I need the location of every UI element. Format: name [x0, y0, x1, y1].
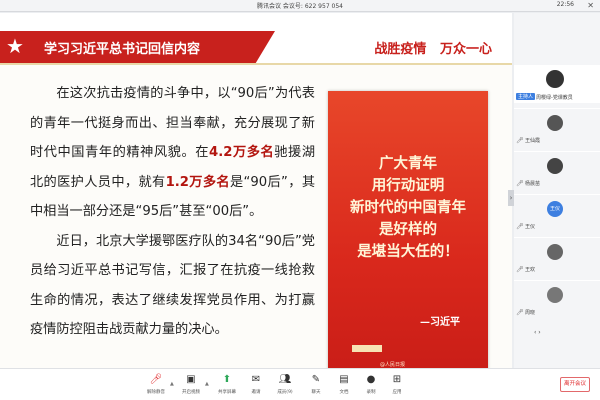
- avatar: 王仪: [547, 201, 563, 217]
- mute-options-caret[interactable]: ▲: [170, 381, 174, 387]
- participant-name: 王仪: [525, 224, 536, 230]
- clock: 22:56: [556, 1, 574, 8]
- poster-line-5: 是堪当大任的！: [357, 244, 459, 260]
- video-options-caret[interactable]: ▲: [205, 381, 209, 387]
- share-screen-button[interactable]: ⬆ 共享屏幕: [214, 373, 240, 399]
- participant-tile[interactable]: 🎤︎ 王仙霞: [514, 108, 600, 146]
- record-icon: ●: [366, 374, 376, 385]
- mute-label: 解除静音: [147, 390, 165, 395]
- video-button[interactable]: ▣ 开启视频: [178, 373, 204, 399]
- paragraph-1: 在这次抗击疫情的斗争中，以“90后”为代表的青年一代挺身而出、担当奉献，充分展现…: [30, 79, 315, 227]
- invite-label: 邀请: [251, 390, 261, 395]
- docs-button[interactable]: ▤ 文档: [331, 373, 357, 399]
- slide-title: 学习习近平总书记回信内容: [44, 42, 201, 57]
- shared-screen: ★ 学习习近平总书记回信内容 战胜疫情 万众一心 在这次抗击疫情的斗争中，以“9…: [0, 13, 512, 368]
- avatar: [547, 158, 563, 174]
- p1-highlight-2: 1.2万多名: [165, 174, 230, 190]
- mic-icon: 🎤︎: [516, 223, 524, 230]
- avatar: [547, 244, 563, 260]
- participant-name: 周樱绿-党课教员: [536, 95, 573, 101]
- invite-icon: ✉: [251, 374, 261, 385]
- participant-tile[interactable]: 主持人 周樱绿-党课教员: [514, 65, 600, 103]
- docs-label: 文档: [339, 390, 349, 395]
- record-button[interactable]: ● 录制: [358, 373, 384, 399]
- slide-body: 在这次抗击疫情的斗争中，以“90后”为代表的青年一代挺身而出、担当奉献，充分展现…: [30, 79, 315, 345]
- record-label: 录制: [366, 390, 376, 395]
- participant-name: 王仙霞: [525, 138, 541, 144]
- banner-divider: [0, 63, 512, 65]
- avatar: [547, 287, 563, 303]
- avatar: [546, 70, 564, 88]
- apps-icon: ⊞: [392, 374, 402, 385]
- poster-line-3: 新时代的中国青年: [350, 200, 466, 216]
- mute-button[interactable]: 🎤︎ 解除静音: [143, 373, 169, 399]
- star-icon: ★: [6, 34, 24, 58]
- mic-icon: 🎤︎: [516, 309, 524, 316]
- mic-icon: 🎤︎: [516, 266, 524, 273]
- slide-slogan: 战胜疫情 万众一心: [374, 42, 492, 57]
- slide-banner: ★ 学习习近平总书记回信内容 战胜疫情 万众一心: [0, 31, 512, 63]
- docs-icon: ▤: [339, 374, 349, 385]
- share-screen-icon: ⬆: [222, 374, 232, 385]
- poster-line-1: 广大青年: [379, 156, 437, 172]
- participant-name: 周晓: [525, 310, 536, 316]
- chat-icon: ✎: [311, 374, 321, 385]
- poster-credit: @人民日报: [380, 362, 406, 368]
- members-icon: 👥︎: [278, 374, 292, 385]
- leave-meeting-button[interactable]: 离开会议: [560, 377, 590, 392]
- invite-button[interactable]: ✉ 邀请: [243, 373, 269, 399]
- poster-line-2: 用行动证明: [371, 178, 445, 194]
- video-label: 开启视频: [182, 390, 200, 395]
- chat-label: 聊天: [311, 390, 321, 395]
- quote-poster: 广大青年 用行动证明 新时代的中国青年 是好样的 是堪当大任的！ —习近平 @人…: [328, 91, 488, 368]
- participant-tile[interactable]: 🎤︎ 王欢: [514, 237, 600, 275]
- apps-button[interactable]: ⊞ 应用: [384, 373, 410, 399]
- poster-line-4: 是好样的: [379, 222, 437, 238]
- video-icon: ▣: [186, 374, 196, 385]
- mic-icon: 🎤︎: [516, 137, 524, 144]
- participant-tile[interactable]: 王仪 🎤︎ 王仪: [514, 194, 600, 232]
- paragraph-2: 近日，北京大学援鄂医疗队的34名“90后”党员给习近平总书记写信，汇报了在抗疫一…: [30, 233, 315, 338]
- participant-panel: 主持人 周樱绿-党课教员 🎤︎ 王仙霞 🎤︎ 杨晨苗 王仪 🎤︎ 王仪 🎤︎ 王欢 🎤︎ 周晓 ‹ ›: [514, 13, 600, 368]
- members-label: 成员(9): [277, 390, 293, 395]
- mic-muted-icon: 🎤︎: [149, 374, 163, 385]
- share-label: 共享屏幕: [218, 390, 236, 395]
- meeting-title: 腾讯会议 会议号: 622 957 054: [256, 3, 343, 10]
- poster-quote: 广大青年 用行动证明 新时代的中国青年 是好样的 是堪当大任的！: [328, 153, 488, 263]
- close-icon[interactable]: ✕: [587, 0, 594, 11]
- mic-icon: 🎤︎: [516, 180, 524, 187]
- participant-tile[interactable]: 🎤︎ 杨晨苗: [514, 151, 600, 189]
- participant-name: 王欢: [525, 267, 536, 273]
- participant-tile[interactable]: 🎤︎ 周晓: [514, 280, 600, 318]
- avatar: [547, 115, 563, 131]
- apps-label: 应用: [392, 390, 402, 395]
- p1-highlight-1: 4.2万多名: [209, 145, 275, 160]
- poster-logo: [352, 345, 382, 352]
- slide: ★ 学习习近平总书记回信内容 战胜疫情 万众一心 在这次抗击疫情的斗争中，以“9…: [0, 31, 512, 368]
- meeting-window: 腾讯会议 会议号: 622 957 054 22:56 ✕ ★ 学习习近平总书记…: [0, 0, 600, 400]
- members-button[interactable]: 👥︎ 成员(9): [272, 373, 298, 399]
- title-bar: 腾讯会议 会议号: 622 957 054 22:56 ✕: [0, 0, 600, 12]
- panel-pager[interactable]: ‹ ›: [534, 329, 541, 336]
- poster-signature: —习近平: [420, 317, 460, 328]
- chat-button[interactable]: ✎ 聊天: [303, 373, 329, 399]
- meeting-toolbar: 🎤︎ 解除静音 ▲ ▣ 开启视频 ▲ ⬆ 共享屏幕 ✉ 邀请 👥︎ 成员(9) …: [0, 368, 600, 400]
- host-badge: 主持人: [516, 93, 536, 100]
- participant-name: 杨晨苗: [525, 181, 541, 187]
